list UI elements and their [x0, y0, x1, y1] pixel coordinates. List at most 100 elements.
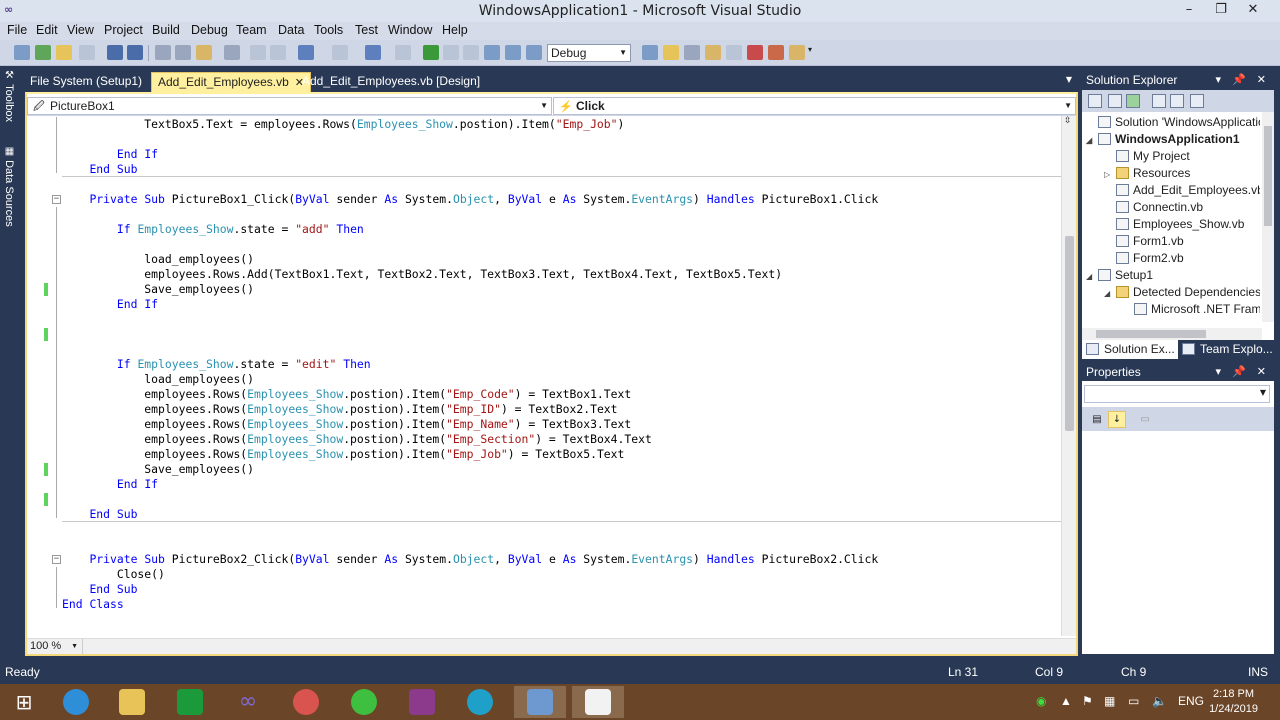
cut-icon[interactable]: [155, 45, 171, 60]
tab-add-edit-employees-vb[interactable]: Add_Edit_Employees.vb ✕: [151, 72, 311, 92]
refresh-icon[interactable]: [1126, 94, 1140, 108]
save-all-icon[interactable]: [127, 45, 143, 60]
solution-tree-item[interactable]: ◢ Setup1: [1086, 267, 1260, 284]
menu-window[interactable]: Window: [388, 23, 432, 37]
properties-object-select[interactable]: ▼: [1084, 385, 1270, 403]
view-code-icon[interactable]: [1152, 94, 1166, 108]
taskbar-winrar[interactable]: [396, 686, 448, 718]
toolbox-icon[interactable]: [726, 45, 742, 60]
taskbar-browser[interactable]: [280, 686, 332, 718]
view-class-diagram-icon[interactable]: [1190, 94, 1204, 108]
taskbar-internet-explorer[interactable]: [50, 686, 102, 718]
panel-controls[interactable]: ▾ 📌 ✕: [1215, 364, 1270, 380]
menu-data[interactable]: Data: [278, 23, 304, 37]
solution-tree-item[interactable]: Form2.vb: [1104, 250, 1260, 267]
step-into-icon[interactable]: [484, 45, 500, 60]
redo-icon[interactable]: [332, 45, 348, 60]
zoom-level-select[interactable]: 100 % ▼: [27, 639, 83, 654]
solution-explorer-vertical-scrollbar[interactable]: [1262, 112, 1274, 322]
new-project-icon[interactable]: [14, 45, 30, 60]
taskbar-media-player[interactable]: [454, 686, 506, 718]
properties-icon[interactable]: [1088, 94, 1102, 108]
split-handle-icon[interactable]: ⇳: [1064, 116, 1072, 126]
solution-tree-item[interactable]: Connectin.vb: [1104, 199, 1260, 216]
system-clock[interactable]: 2:18 PM 1/24/2019: [1209, 687, 1258, 717]
taskbar-store[interactable]: [164, 686, 216, 718]
solution-tree-item[interactable]: Solution 'WindowsApplication1': [1086, 114, 1260, 131]
uncomment-icon[interactable]: [270, 45, 286, 60]
expand-arrow-icon[interactable]: ◢: [1086, 268, 1098, 284]
solution-configuration-select[interactable]: Debug ▼: [547, 44, 631, 62]
editor-horizontal-scrollbar[interactable]: 100 % ▼: [27, 638, 1076, 654]
wifi-tray-icon[interactable]: ◉: [1036, 694, 1046, 708]
input-language[interactable]: ENG: [1178, 694, 1204, 708]
editor-vertical-scrollbar[interactable]: ⇳: [1061, 116, 1076, 636]
step-over-icon[interactable]: [505, 45, 521, 60]
paste-icon[interactable]: [196, 45, 212, 60]
extension-manager-icon[interactable]: [768, 45, 784, 60]
collapse-outline-icon[interactable]: −: [52, 555, 61, 564]
menu-build[interactable]: Build: [152, 23, 180, 37]
start-button[interactable]: ⊞: [0, 686, 52, 718]
tab-list-dropdown-icon[interactable]: ▼: [1066, 75, 1072, 84]
close-button[interactable]: ✕: [1237, 0, 1269, 22]
alphabetical-icon[interactable]: ↓: [1108, 411, 1126, 428]
menu-project[interactable]: Project: [104, 23, 143, 37]
solution-explorer-horizontal-scrollbar[interactable]: [1082, 328, 1262, 340]
taskbar-wifi-tool[interactable]: [338, 686, 390, 718]
property-pages-icon[interactable]: ▭: [1136, 411, 1154, 428]
scrollbar-thumb[interactable]: [1096, 330, 1206, 338]
tab-solution-explorer[interactable]: Solution Ex...: [1082, 340, 1178, 359]
start-page-icon[interactable]: [747, 45, 763, 60]
save-icon[interactable]: [107, 45, 123, 60]
panel-controls[interactable]: ▾ 📌 ✕: [1215, 72, 1270, 88]
battery-icon[interactable]: ▭: [1128, 694, 1139, 708]
view-designer-icon[interactable]: [1170, 94, 1184, 108]
menu-help[interactable]: Help: [442, 23, 468, 37]
comment-icon[interactable]: [250, 45, 266, 60]
menu-team[interactable]: Team: [236, 23, 267, 37]
navigate-backward-icon[interactable]: [365, 45, 381, 60]
taskbar-control-panel[interactable]: [514, 686, 566, 718]
expand-arrow-icon[interactable]: ▷: [1104, 166, 1116, 182]
menu-tools[interactable]: Tools: [314, 23, 343, 37]
solution-tree-item[interactable]: Form1.vb: [1104, 233, 1260, 250]
add-item-icon[interactable]: [35, 45, 51, 60]
toolbox-side-tab[interactable]: ⚒ Toolbox: [3, 70, 15, 122]
navigate-forward-icon[interactable]: [395, 45, 411, 60]
menu-file[interactable]: File: [7, 23, 27, 37]
action-center-icon[interactable]: ⚑: [1082, 694, 1093, 708]
start-debugging-icon[interactable]: [423, 45, 439, 60]
find-in-files-icon[interactable]: [642, 45, 658, 60]
add-new-item-icon[interactable]: [79, 45, 95, 60]
show-all-files-icon[interactable]: [1108, 94, 1122, 108]
properties-window-icon[interactable]: [684, 45, 700, 60]
taskbar-visual-studio[interactable]: ∞: [222, 686, 274, 718]
solution-tree-item[interactable]: Microsoft .NET Framework: [1122, 301, 1260, 318]
solution-tree-item[interactable]: My Project: [1104, 148, 1260, 165]
undo-icon[interactable]: [298, 45, 314, 60]
solution-tree-item[interactable]: Add_Edit_Employees.vb: [1104, 182, 1260, 199]
menu-test[interactable]: Test: [355, 23, 378, 37]
code-text-area[interactable]: TextBox5.Text = employees.Rows(Employees…: [27, 116, 1061, 636]
break-all-icon[interactable]: [443, 45, 459, 60]
taskbar-file-explorer[interactable]: [106, 686, 158, 718]
find-icon[interactable]: [224, 45, 240, 60]
show-hidden-icons-icon[interactable]: ▲: [1060, 694, 1072, 708]
tab-team-explorer[interactable]: Team Explo...: [1178, 340, 1274, 359]
tab-add-edit-employees-design[interactable]: Add_Edit_Employees.vb [Design]: [296, 72, 486, 92]
toolbar-options-icon[interactable]: ▾: [808, 45, 816, 60]
event-selector[interactable]: ⚡ Click ▼: [553, 97, 1076, 115]
solution-tree-item[interactable]: ▷ Resources: [1104, 165, 1260, 182]
network-icon[interactable]: ▦: [1104, 694, 1115, 708]
expand-arrow-icon[interactable]: ◢: [1104, 285, 1116, 301]
volume-icon[interactable]: 🔈: [1152, 694, 1167, 708]
menu-debug[interactable]: Debug: [191, 23, 228, 37]
minimize-button[interactable]: –: [1173, 0, 1205, 22]
menu-edit[interactable]: Edit: [36, 23, 58, 37]
tab-file-system-setup[interactable]: File System (Setup1): [24, 72, 148, 92]
object-browser-icon[interactable]: [705, 45, 721, 60]
command-window-icon[interactable]: [789, 45, 805, 60]
expand-arrow-icon[interactable]: ◢: [1086, 132, 1098, 148]
categorized-icon[interactable]: ▤: [1088, 411, 1106, 428]
